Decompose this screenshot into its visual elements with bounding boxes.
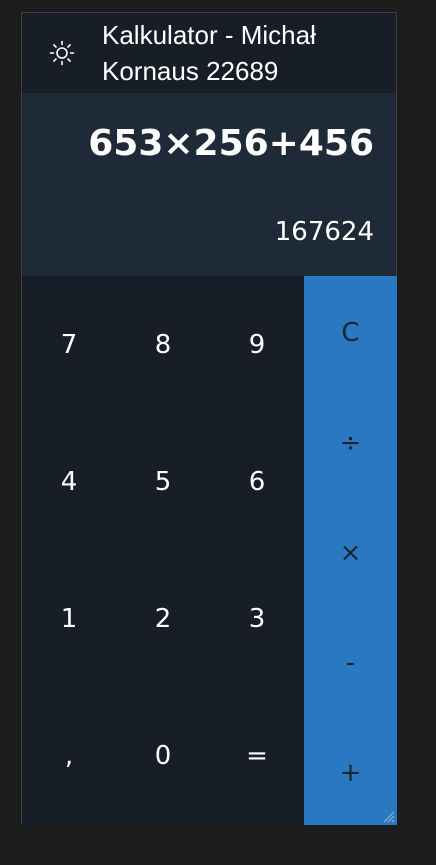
- result-display: 167624: [274, 217, 374, 247]
- key-8[interactable]: 8: [116, 276, 210, 413]
- expression-display: 653×256+456: [88, 123, 374, 164]
- key-4[interactable]: 4: [22, 413, 116, 550]
- key-1[interactable]: 1: [22, 550, 116, 687]
- key-2[interactable]: 2: [116, 550, 210, 687]
- key-equals[interactable]: =: [210, 687, 304, 824]
- clear-button[interactable]: C: [304, 278, 397, 388]
- title-bar: Kalkulator - Michał Kornaus 22689: [22, 13, 396, 93]
- divide-button[interactable]: ÷: [304, 388, 397, 498]
- display-panel: 653×256+456 167624: [22, 93, 396, 276]
- multiply-button[interactable]: ×: [304, 498, 397, 608]
- operator-panel: C ÷ × - +: [304, 276, 397, 825]
- calculator-window: Kalkulator - Michał Kornaus 22689 653×25…: [21, 12, 397, 825]
- key-decimal-comma[interactable]: ,: [22, 687, 116, 824]
- key-9[interactable]: 9: [210, 276, 304, 413]
- key-0[interactable]: 0: [116, 687, 210, 824]
- resize-grip-icon[interactable]: [381, 809, 395, 823]
- key-7[interactable]: 7: [22, 276, 116, 413]
- window-title: Kalkulator - Michał Kornaus 22689: [102, 20, 316, 86]
- subtract-button[interactable]: -: [304, 608, 397, 718]
- key-5[interactable]: 5: [116, 413, 210, 550]
- sun-icon[interactable]: [49, 40, 75, 66]
- key-6[interactable]: 6: [210, 413, 304, 550]
- number-keypad: 7 8 9 4 5 6 1 2 3 , 0 =: [22, 276, 304, 825]
- key-3[interactable]: 3: [210, 550, 304, 687]
